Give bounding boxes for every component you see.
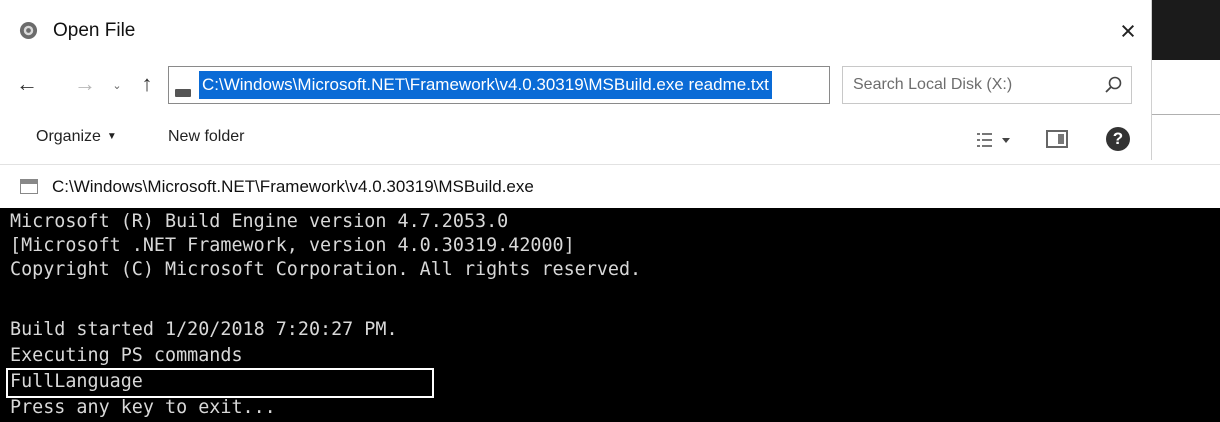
console-line: Microsoft (R) Build Engine version 4.7.2… (10, 211, 509, 232)
navigation-bar: ← → ⌄ ↑ C:\Windows\Microsoft.NET\Framewo… (0, 62, 1152, 106)
background-window (1152, 0, 1220, 160)
search-icon[interactable] (1101, 73, 1125, 97)
console-output: Microsoft (R) Build Engine version 4.7.2… (0, 208, 1220, 422)
recent-locations-button[interactable]: ⌄ (110, 72, 124, 100)
up-button[interactable]: ↑ (134, 70, 160, 98)
search-box[interactable] (842, 66, 1132, 104)
preview-pane-icon[interactable] (1046, 130, 1068, 148)
divider (1152, 114, 1220, 115)
dialog-title: Open File (53, 20, 136, 41)
dialog-titlebar[interactable]: Open File × (0, 0, 1152, 58)
forward-button[interactable]: → (72, 70, 98, 98)
open-file-dialog: Open File × ← → ⌄ ↑ C:\Windows\Microsoft… (0, 0, 1152, 160)
console-titlebar[interactable]: C:\Windows\Microsoft.NET\Framework\v4.0.… (0, 164, 1220, 208)
command-bar: Organize ▼ New folder ? (0, 120, 1152, 160)
chevron-down-icon: ▼ (106, 131, 117, 142)
organize-button[interactable]: Organize ▼ (36, 128, 117, 146)
close-button[interactable]: × (1108, 12, 1148, 50)
console-line: Copyright (C) Microsoft Corporation. All… (10, 259, 642, 280)
highlight-box (6, 368, 434, 398)
help-icon[interactable]: ? (1106, 127, 1130, 151)
organize-label: Organize (36, 128, 101, 145)
search-input[interactable] (853, 73, 1083, 97)
drive-icon (175, 89, 191, 97)
back-button[interactable]: ← (14, 70, 40, 98)
console-icon (20, 179, 38, 194)
view-options-icon[interactable] (976, 130, 1012, 150)
console-line: Build started 1/20/2018 7:20:27 PM. (10, 319, 398, 340)
address-bar[interactable]: C:\Windows\Microsoft.NET\Framework\v4.0.… (168, 66, 989, 104)
background-window-titlebar (1152, 0, 1220, 60)
address-input[interactable]: C:\Windows\Microsoft.NET\Framework\v4.0.… (199, 71, 772, 99)
console-line: [Microsoft .NET Framework, version 4.0.3… (10, 235, 575, 256)
console-line: Press any key to exit... (10, 397, 276, 418)
console-title: C:\Windows\Microsoft.NET\Framework\v4.0.… (52, 177, 534, 196)
new-folder-button[interactable]: New folder (168, 128, 244, 146)
app-icon (19, 21, 38, 40)
console-line: Executing PS commands (10, 345, 243, 366)
